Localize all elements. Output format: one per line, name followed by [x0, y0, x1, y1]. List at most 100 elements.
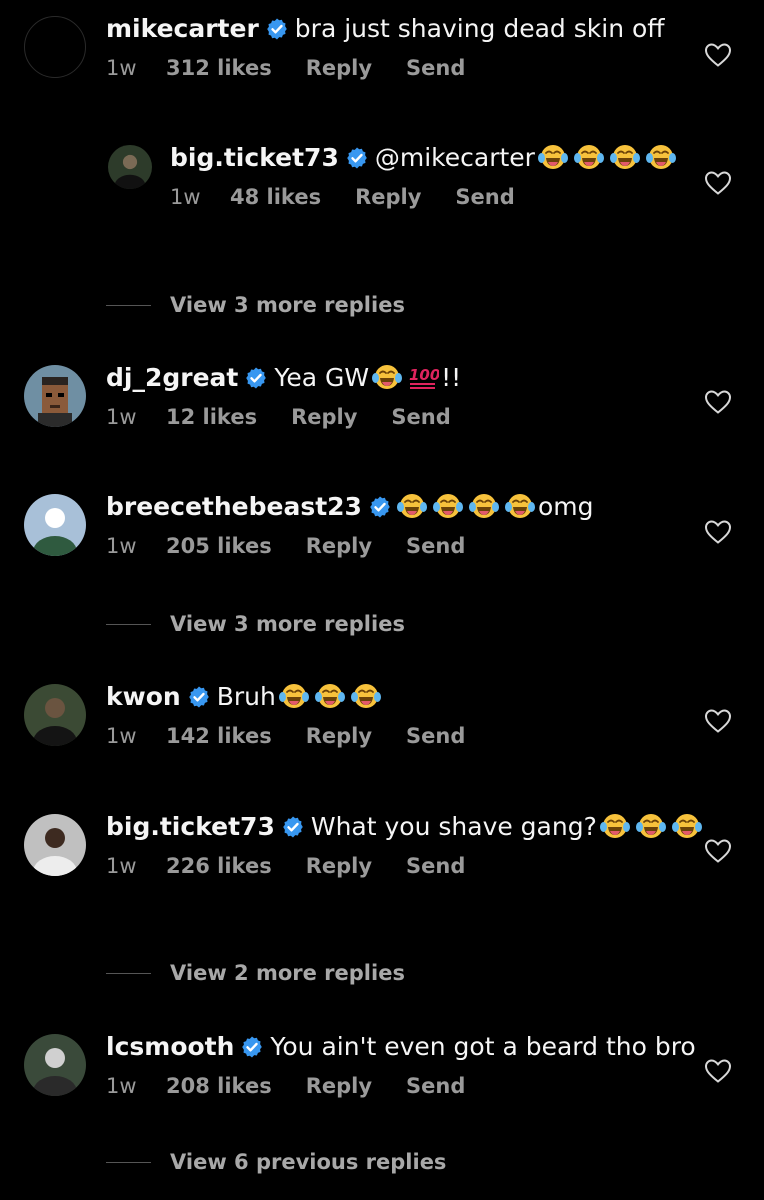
- reply-button[interactable]: Reply: [306, 56, 372, 80]
- comment-text-line: big.ticket73 What you shave gang?: [106, 810, 708, 844]
- view-more-label: View 3 more replies: [170, 293, 405, 317]
- reply-button[interactable]: Reply: [306, 724, 372, 748]
- view-more-label: View 6 previous replies: [170, 1150, 447, 1174]
- comment-body: dj_2great Yea GW 100!! 1w 12 likes Reply Send: [106, 361, 708, 429]
- avatar[interactable]: [24, 494, 86, 556]
- avatar[interactable]: [24, 1034, 86, 1096]
- like-heart-icon[interactable]: [704, 708, 732, 734]
- reply-button[interactable]: Reply: [291, 405, 357, 429]
- username-link[interactable]: big.ticket73: [170, 143, 339, 172]
- view-more-replies-button[interactable]: View 3 more replies: [106, 609, 405, 639]
- divider-line: [106, 1161, 151, 1163]
- view-more-replies-button[interactable]: View 6 previous replies: [106, 1147, 446, 1177]
- like-count[interactable]: 12 likes: [166, 405, 257, 429]
- username-link[interactable]: lcsmooth: [106, 1032, 234, 1061]
- like-count[interactable]: 312 likes: [166, 56, 272, 80]
- timestamp: 1w: [106, 854, 137, 878]
- comment-body: breecethebeast23 omg 1w 205 likes Reply Send: [106, 490, 708, 558]
- face-with-tears-of-joy-emoji-icon: [432, 492, 464, 520]
- send-button[interactable]: Send: [406, 724, 465, 748]
- send-button[interactable]: Send: [391, 405, 450, 429]
- send-button[interactable]: Send: [406, 534, 465, 558]
- face-with-tears-of-joy-emoji-icon: [537, 143, 569, 171]
- like-heart-icon[interactable]: [704, 42, 732, 68]
- like-count[interactable]: 142 likes: [166, 724, 272, 748]
- avatar[interactable]: [24, 684, 86, 746]
- view-more-replies-button[interactable]: View 3 more replies: [106, 290, 405, 320]
- comment-body: kwon Bruh 1w 142 likes Reply Send: [106, 680, 708, 748]
- comment-meta: 1w 226 likes Reply Send: [106, 854, 708, 878]
- face-with-tears-of-joy-emoji-icon: [573, 143, 605, 171]
- face-with-tears-of-joy-emoji-icon: [396, 492, 428, 520]
- verified-badge-icon: [187, 685, 211, 709]
- comment-meta: 1w 205 likes Reply Send: [106, 534, 708, 558]
- comment-body: lcsmooth You ain't even got a beard tho b…: [106, 1030, 708, 1098]
- verified-badge-icon: [265, 17, 289, 41]
- avatar[interactable]: [24, 365, 86, 427]
- comment-text: You ain't even got a beard tho bro: [270, 1032, 696, 1061]
- timestamp: 1w: [106, 56, 137, 80]
- like-heart-icon[interactable]: [704, 519, 732, 545]
- username-link[interactable]: kwon: [106, 682, 181, 711]
- like-heart-icon[interactable]: [704, 389, 732, 415]
- timestamp: 1w: [106, 405, 137, 429]
- face-with-tears-of-joy-emoji-icon: [645, 143, 677, 171]
- timestamp: 1w: [106, 534, 137, 558]
- username-link[interactable]: breecethebeast23: [106, 492, 362, 521]
- username-link[interactable]: big.ticket73: [106, 812, 275, 841]
- comment-meta: 1w 208 likes Reply Send: [106, 1074, 708, 1098]
- divider-line: [106, 304, 151, 306]
- username-link[interactable]: mikecarter: [106, 14, 259, 43]
- comment-meta: 1w 12 likes Reply Send: [106, 405, 708, 429]
- comment-text: @mikecarter: [374, 143, 535, 172]
- timestamp: 1w: [170, 185, 201, 209]
- comment-text-suffix: !!: [441, 363, 462, 392]
- face-with-tears-of-joy-emoji-icon: [671, 812, 703, 840]
- like-count[interactable]: 208 likes: [166, 1074, 272, 1098]
- comment-text-line: mikecarter bra just shaving dead skin off: [106, 12, 708, 46]
- comment-text-line: lcsmooth You ain't even got a beard tho b…: [106, 1030, 708, 1064]
- view-more-label: View 3 more replies: [170, 612, 405, 636]
- face-with-tears-of-joy-emoji-icon: [609, 143, 641, 171]
- timestamp: 1w: [106, 1074, 137, 1098]
- send-button[interactable]: Send: [406, 1074, 465, 1098]
- comment-text-line: dj_2great Yea GW 100!!: [106, 361, 708, 395]
- like-count[interactable]: 226 likes: [166, 854, 272, 878]
- comment-meta: 1w 142 likes Reply Send: [106, 724, 708, 748]
- avatar[interactable]: [24, 16, 86, 78]
- like-heart-icon[interactable]: [704, 838, 732, 864]
- comment-body: big.ticket73 @mikecarter 1w 48 likes Reply Se…: [170, 141, 708, 209]
- verified-badge-icon: [281, 815, 305, 839]
- username-link[interactable]: dj_2great: [106, 363, 238, 392]
- send-button[interactable]: Send: [406, 56, 465, 80]
- like-heart-icon[interactable]: [704, 1058, 732, 1084]
- comment-text-line: kwon Bruh: [106, 680, 708, 714]
- comment-text: What you shave gang?: [310, 812, 597, 841]
- reply-button[interactable]: Reply: [306, 854, 372, 878]
- face-with-tears-of-joy-emoji-icon: [504, 492, 536, 520]
- face-with-tears-of-joy-emoji-icon: [278, 682, 310, 710]
- like-count[interactable]: 205 likes: [166, 534, 272, 558]
- like-heart-icon[interactable]: [704, 170, 732, 196]
- send-button[interactable]: Send: [455, 185, 514, 209]
- face-with-tears-of-joy-emoji-icon: [350, 682, 382, 710]
- avatar[interactable]: [24, 814, 86, 876]
- comment-text: Yea GW: [274, 363, 370, 392]
- reply-button[interactable]: Reply: [306, 534, 372, 558]
- reply-button[interactable]: Reply: [355, 185, 421, 209]
- comment-meta: 1w 312 likes Reply Send: [106, 56, 708, 80]
- avatar[interactable]: [108, 145, 152, 189]
- send-button[interactable]: Send: [406, 854, 465, 878]
- comments-list: mikecarter bra just shaving dead skin off…: [0, 0, 764, 1200]
- timestamp: 1w: [106, 724, 137, 748]
- reply-button[interactable]: Reply: [306, 1074, 372, 1098]
- comment-text-line: big.ticket73 @mikecarter: [170, 141, 708, 175]
- hundred-points-emoji-icon: 100: [407, 363, 439, 391]
- view-more-replies-button[interactable]: View 2 more replies: [106, 958, 405, 988]
- face-with-tears-of-joy-emoji-icon: [314, 682, 346, 710]
- comment-text: bra just shaving dead skin off: [294, 14, 665, 43]
- divider-line: [106, 623, 151, 625]
- comment-text-suffix: omg: [537, 492, 594, 521]
- comment-meta: 1w 48 likes Reply Send: [170, 185, 708, 209]
- like-count[interactable]: 48 likes: [230, 185, 321, 209]
